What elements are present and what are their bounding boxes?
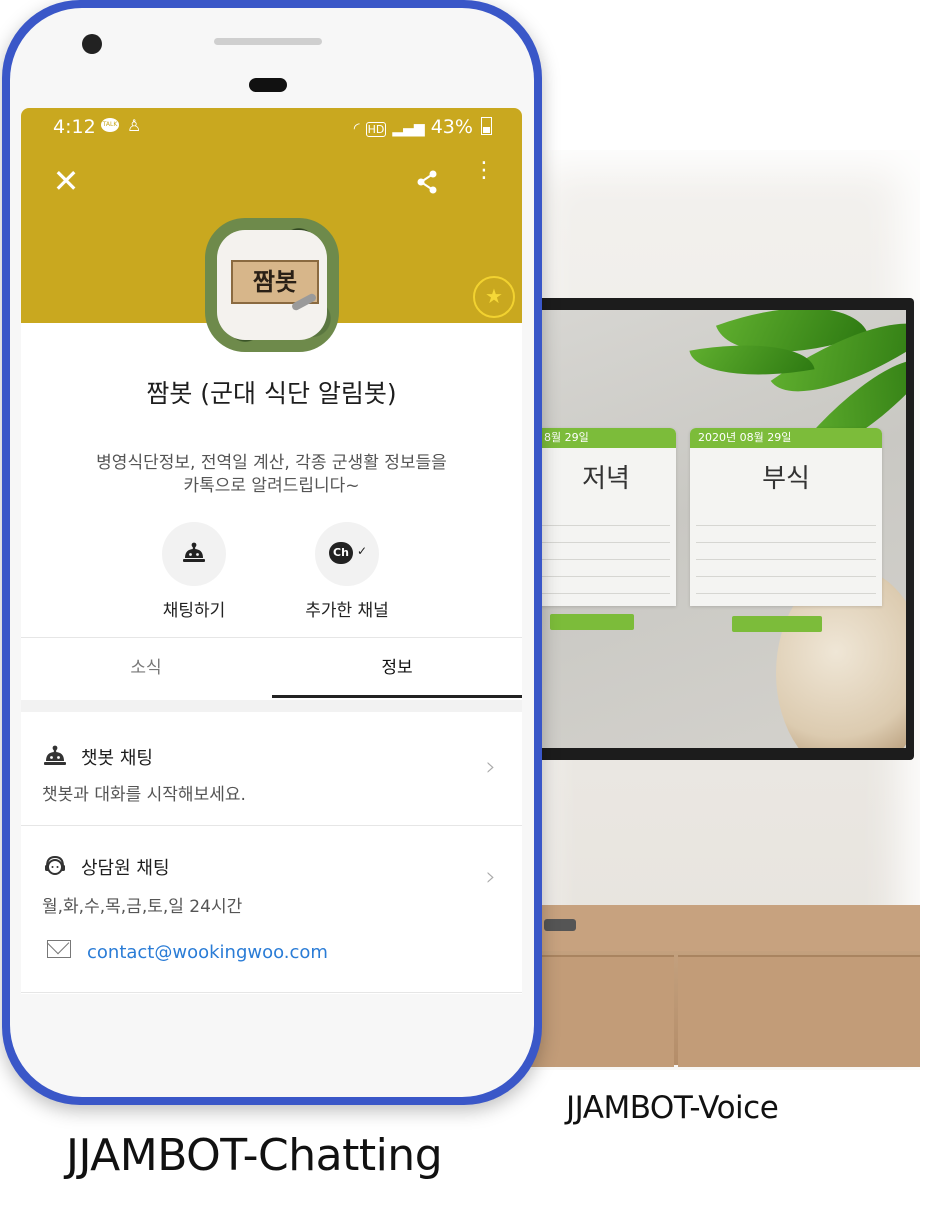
- tab-info[interactable]: 정보: [272, 638, 522, 698]
- caption-chatting: JJAMBOT-Chatting: [66, 1130, 443, 1181]
- status-time: 4:12: [53, 116, 96, 138]
- agent-chat-title: 상담원 채팅: [81, 858, 170, 879]
- chatbot-chat-subtitle: 챗봇과 대화를 시작해보세요.: [42, 785, 246, 805]
- more-vert-icon[interactable]: ⋮: [473, 160, 495, 196]
- added-channel-button[interactable]: Ch ✓ 추가한 채널: [287, 522, 407, 621]
- tv-cabinet: [530, 905, 920, 1067]
- channel-description: 병영식단정보, 전역일 계산, 각종 군생활 정보들을 카톡으로 알려드립니다~: [61, 452, 482, 498]
- wifi-icon: ◜: [353, 119, 360, 137]
- agent-chat-item[interactable]: 상담원 채팅 월,화,수,목,금,토,일 24시간 ›: [21, 826, 522, 926]
- menu-line: [696, 526, 876, 543]
- battery-percent: 43%: [430, 116, 473, 138]
- chat-button-label: 채팅하기: [162, 601, 226, 621]
- divider: [21, 992, 522, 993]
- tab-news[interactable]: 소식: [21, 638, 271, 698]
- meal-card-button: [550, 614, 634, 630]
- meal-card-title: 저녁: [582, 464, 630, 494]
- tv-display: 8월 29일 저녁 2020년 08월 29일 부식: [534, 298, 914, 760]
- notification-icon: ♙: [127, 116, 142, 135]
- menu-line: [542, 509, 670, 526]
- star-icon[interactable]: ★: [473, 276, 515, 318]
- profile-avatar: 짬봇: [205, 218, 339, 352]
- chat-button-circle[interactable]: [162, 522, 226, 586]
- speaker-device: [544, 919, 576, 931]
- menu-line: [696, 577, 876, 594]
- tab-bar: 소식 정보: [21, 638, 522, 698]
- cabinet-door: [678, 955, 920, 1067]
- phone-screen: 4:12 TALK ♙ ◜ HD ▂▄▆ 43% ✕ ⋮ 짬봇 ★ 짬봇 (군대…: [21, 108, 522, 994]
- description-line: 카톡으로 알려드립니다~: [183, 476, 360, 496]
- close-icon[interactable]: ✕: [51, 165, 81, 197]
- battery-icon: [481, 117, 492, 135]
- added-channel-circle[interactable]: Ch ✓: [315, 522, 379, 586]
- menu-line: [542, 577, 670, 594]
- status-bar: 4:12 TALK ♙ ◜ HD ▂▄▆ 43%: [21, 108, 522, 144]
- status-right: ◜ HD ▂▄▆ 43%: [354, 116, 492, 138]
- channel-added-icon: Ch: [329, 542, 353, 564]
- proximity-sensor: [249, 78, 287, 92]
- meal-card-date: 2020년 08월 29일: [690, 428, 882, 448]
- description-line: 병영식단정보, 전역일 계산, 각종 군생활 정보들을: [96, 453, 447, 473]
- hd-icon: HD: [365, 122, 387, 137]
- tv-screen: 8월 29일 저녁 2020년 08월 29일 부식: [542, 310, 906, 748]
- agent-chat-hours: 월,화,수,목,금,토,일 24시간: [42, 897, 243, 917]
- menu-line: [542, 543, 670, 560]
- cabinet-top: [530, 905, 920, 951]
- chevron-right-icon: ›: [485, 862, 496, 892]
- menu-line: [696, 560, 876, 577]
- chatbot-icon: [44, 745, 66, 765]
- check-icon: ✓: [357, 544, 368, 558]
- chatbot-icon: [183, 542, 205, 562]
- chatbot-chat-item[interactable]: 챗봇 채팅 챗봇과 대화를 시작해보세요. ›: [21, 712, 522, 824]
- meal-card-side: 2020년 08월 29일 부식: [690, 428, 882, 606]
- talk-icon: TALK: [101, 118, 119, 132]
- meal-card-title: 부식: [762, 464, 810, 494]
- signal-icon: ▂▄▆: [392, 121, 425, 137]
- chatbot-chat-title: 챗봇 채팅: [81, 748, 153, 769]
- meal-card-dinner: 8월 29일 저녁: [542, 428, 676, 606]
- share-icon[interactable]: [413, 168, 441, 196]
- cabinet-door: [530, 955, 674, 1067]
- mail-icon: [47, 940, 71, 958]
- channel-name: 짬봇 (군대 식단 알림봇): [146, 379, 397, 408]
- caption-voice: JJAMBOT-Voice: [566, 1090, 779, 1126]
- earpiece-speaker: [214, 38, 322, 45]
- meal-card-date: 8월 29일: [542, 428, 676, 448]
- chevron-right-icon: ›: [485, 752, 496, 782]
- added-channel-label: 추가한 채널: [305, 601, 389, 621]
- menu-line: [696, 543, 876, 560]
- section-gap: [21, 700, 522, 712]
- front-camera: [82, 34, 102, 54]
- headset-icon: [45, 855, 65, 875]
- meal-card-button: [732, 616, 822, 632]
- menu-line: [696, 509, 876, 526]
- menu-line: [542, 560, 670, 577]
- contact-email-link[interactable]: contact@wookingwoo.com: [87, 942, 328, 963]
- avatar-inner: 짬봇: [217, 230, 327, 340]
- chat-button[interactable]: 채팅하기: [134, 522, 254, 621]
- menu-line: [542, 526, 670, 543]
